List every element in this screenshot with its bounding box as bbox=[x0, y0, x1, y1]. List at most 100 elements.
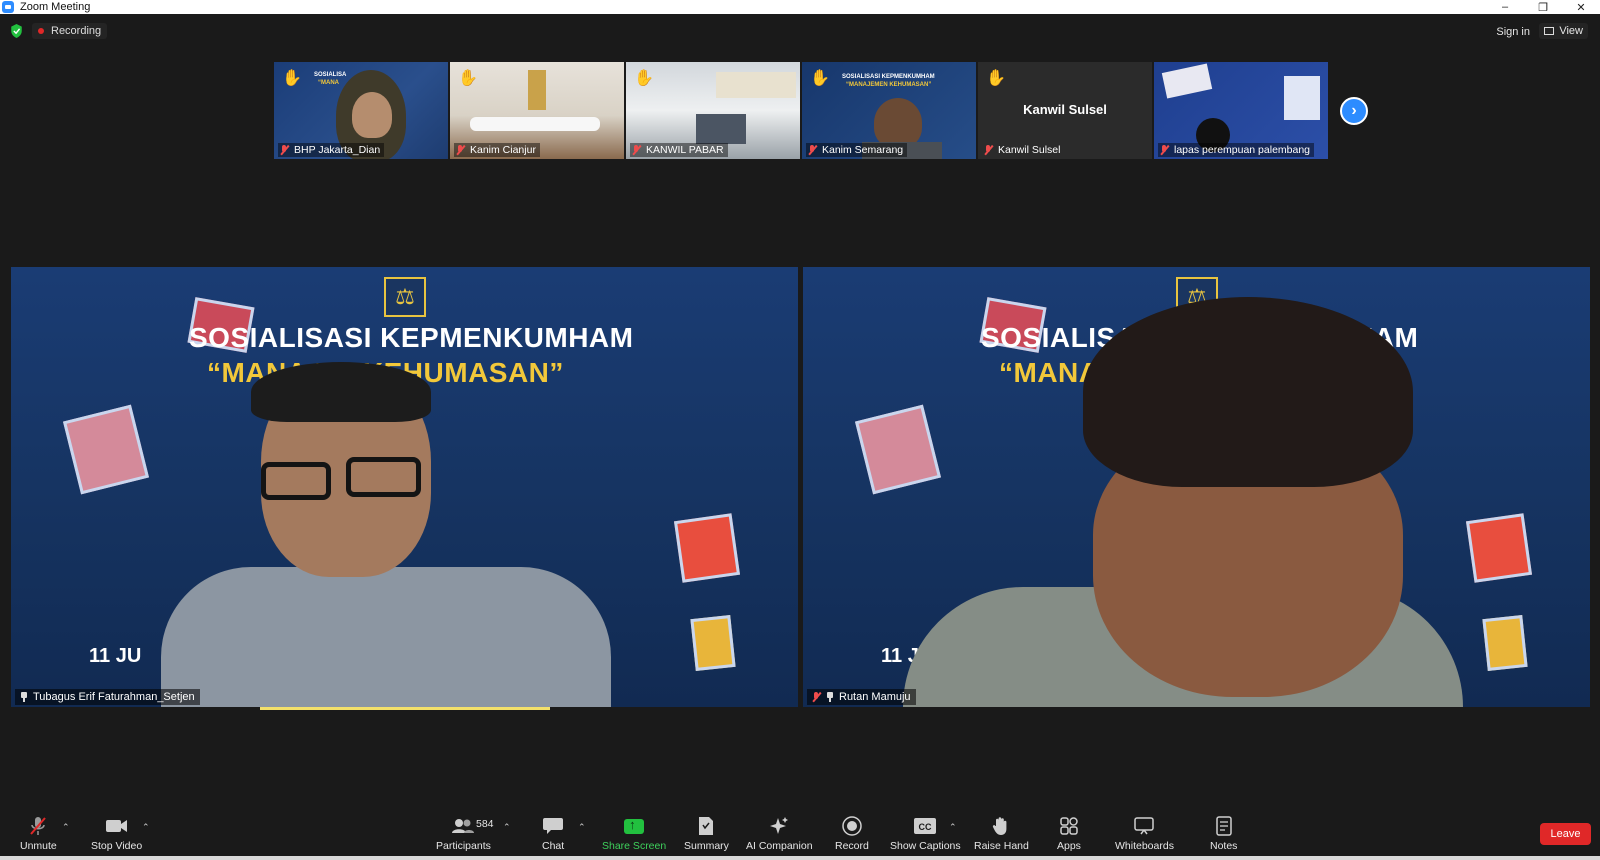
participant-thumbnail[interactable]: lapas perempuan palembang bbox=[1154, 62, 1328, 159]
raised-hand-icon: ✋ bbox=[458, 70, 478, 87]
speaker-uniform bbox=[161, 567, 611, 707]
video-camera-icon bbox=[105, 816, 128, 836]
whiteboard-icon bbox=[1133, 816, 1155, 836]
participant-name-tag: KANWIL PABAR bbox=[630, 143, 728, 157]
apps-icon bbox=[1058, 816, 1080, 836]
ai-companion-button[interactable]: AI Companion bbox=[746, 816, 813, 852]
thumb-background-text: SOSIALISASI KEPMENKUMHAM bbox=[842, 74, 935, 80]
summary-label: Summary bbox=[684, 840, 729, 852]
sparkle-icon bbox=[768, 816, 790, 836]
participant-name-tag: BHP Jakarta_Dian bbox=[278, 143, 385, 157]
notes-icon bbox=[1213, 816, 1235, 836]
participant-thumbnail[interactable]: ✋ Kanwil Sulsel Kanwil Sulsel bbox=[978, 62, 1152, 159]
participants-options-caret-icon[interactable]: ⌃ bbox=[503, 822, 511, 833]
desk-person bbox=[696, 114, 746, 144]
speaker-glasses-left bbox=[261, 462, 331, 500]
flag-decoration bbox=[528, 70, 546, 110]
raise-hand-button[interactable]: Raise Hand bbox=[974, 816, 1029, 852]
raised-hand-icon: ✋ bbox=[282, 70, 302, 87]
raised-hand-icon: ✋ bbox=[986, 70, 1006, 87]
whiteboards-label: Whiteboards bbox=[1115, 840, 1174, 852]
meeting-table bbox=[470, 117, 600, 131]
participant-thumbnail[interactable]: ✋ Kanim Cianjur bbox=[450, 62, 624, 159]
audio-options-caret-icon[interactable]: ⌃ bbox=[62, 822, 70, 833]
participants-icon bbox=[452, 816, 475, 836]
minimize-button[interactable]: – bbox=[1486, 0, 1524, 14]
svg-text:CC: CC bbox=[919, 822, 932, 832]
close-button[interactable]: ✕ bbox=[1562, 0, 1600, 14]
mic-muted-icon bbox=[812, 692, 821, 702]
mic-muted-icon bbox=[808, 145, 817, 155]
view-label: View bbox=[1559, 25, 1583, 37]
participant-thumbnail[interactable]: SOSIALISA “MANA ✋ BHP Jakarta_Dian bbox=[274, 62, 448, 159]
participant-name-tag: lapas perempuan palembang bbox=[1158, 143, 1315, 157]
background-date: 11 JU bbox=[89, 645, 142, 667]
window-controls: – ❐ ✕ bbox=[1486, 0, 1600, 14]
chat-button[interactable]: Chat bbox=[542, 816, 564, 852]
raise-hand-icon bbox=[990, 816, 1012, 836]
chat-options-caret-icon[interactable]: ⌃ bbox=[578, 822, 586, 833]
participant-name-tag: Kanim Cianjur bbox=[454, 143, 540, 157]
video-tile[interactable]: ⚖ SOSIALISASI KEPMENKUMHAM “MANA EN KEHU… bbox=[11, 267, 798, 707]
participant-thumbnail[interactable]: SOSIALISASI KEPMENKUMHAM “MANAJEMEN KEHU… bbox=[802, 62, 976, 159]
participant-name-tag: Rutan Mamuju bbox=[807, 689, 916, 705]
window-title: Zoom Meeting bbox=[20, 1, 91, 13]
next-page-arrow-icon[interactable]: › bbox=[1340, 97, 1368, 125]
chat-label: Chat bbox=[542, 840, 565, 852]
participant-name: KANWIL PABAR bbox=[646, 144, 724, 156]
recording-label: Recording bbox=[51, 25, 102, 37]
record-button[interactable]: Record bbox=[835, 816, 869, 852]
notes-label: Notes bbox=[1210, 840, 1238, 852]
active-speaker-indicator bbox=[260, 707, 550, 710]
captions-options-caret-icon[interactable]: ⌃ bbox=[949, 822, 957, 833]
background-graphic bbox=[1465, 513, 1533, 583]
participants-label: Participants bbox=[436, 840, 491, 852]
share-screen-icon bbox=[623, 816, 645, 836]
mic-muted-icon bbox=[1160, 145, 1169, 155]
ministry-logo: ⚖ bbox=[384, 277, 426, 317]
share-screen-button[interactable]: Share Screen bbox=[602, 816, 667, 853]
participant-thumbnail[interactable]: ✋ KANWIL PABAR bbox=[626, 62, 800, 159]
chat-bubble-icon bbox=[542, 816, 564, 836]
background-graphic bbox=[854, 404, 942, 495]
thumb-background-text: SOSIALISA bbox=[314, 72, 347, 78]
closed-captions-icon: CC bbox=[914, 816, 937, 836]
participant-name: Kanim Cianjur bbox=[470, 144, 536, 156]
stop-video-button[interactable]: Stop Video bbox=[91, 816, 142, 852]
meeting-toolbar: Unmute ⌃ Stop Video ⌃ Participants 584 ⌃… bbox=[0, 808, 1600, 858]
raised-hand-icon: ✋ bbox=[634, 70, 654, 87]
participant-face bbox=[874, 98, 922, 148]
notes-button[interactable]: Notes bbox=[1210, 816, 1237, 852]
background-graphic bbox=[1284, 76, 1320, 120]
background-graphic bbox=[1161, 63, 1213, 99]
stop-video-label: Stop Video bbox=[91, 840, 143, 852]
participant-name: Kanwil Sulsel bbox=[998, 144, 1061, 156]
security-shield-icon[interactable] bbox=[10, 24, 23, 38]
view-button[interactable]: View bbox=[1539, 23, 1588, 39]
whiteboards-button[interactable]: Whiteboards bbox=[1115, 816, 1174, 852]
pin-icon bbox=[20, 692, 28, 702]
video-options-caret-icon[interactable]: ⌃ bbox=[142, 822, 150, 833]
share-screen-label: Share Screen bbox=[602, 840, 667, 852]
participant-display-name: Kanwil Sulsel bbox=[1023, 102, 1107, 117]
view-grid-icon bbox=[1544, 27, 1555, 35]
sign-in-link[interactable]: Sign in bbox=[1496, 26, 1530, 38]
show-captions-label: Show Captions bbox=[890, 840, 961, 852]
video-tile[interactable]: ⚖ SOSIALISAS HAM “MANA. 11 JUNI 202 Ruta… bbox=[803, 267, 1590, 707]
summary-button[interactable]: Summary bbox=[684, 816, 729, 852]
participant-thumbnail-strip: SOSIALISA “MANA ✋ BHP Jakarta_Dian ✋ Kan… bbox=[274, 62, 1328, 159]
speaker-glasses-right bbox=[346, 457, 421, 497]
window-title-bar: Zoom Meeting – ❐ ✕ bbox=[0, 0, 1600, 14]
apps-label: Apps bbox=[1057, 840, 1081, 852]
recording-indicator[interactable]: Recording bbox=[32, 23, 108, 39]
meeting-top-bar: Recording Sign in View bbox=[0, 14, 1600, 48]
record-icon bbox=[841, 816, 863, 836]
background-graphic bbox=[690, 615, 736, 671]
pin-icon bbox=[826, 692, 834, 702]
restore-button[interactable]: ❐ bbox=[1524, 0, 1562, 14]
recording-dot-icon bbox=[38, 28, 44, 34]
participant-name-tag: Kanim Semarang bbox=[806, 143, 908, 157]
apps-button[interactable]: Apps bbox=[1057, 816, 1081, 852]
unmute-button[interactable]: Unmute bbox=[20, 816, 57, 852]
leave-button[interactable]: Leave bbox=[1540, 823, 1591, 845]
